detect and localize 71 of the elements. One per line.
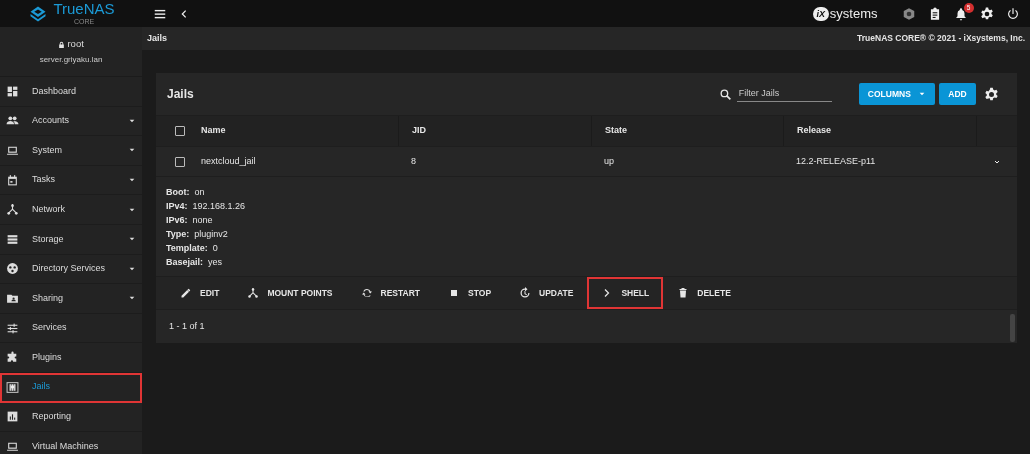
pagination-text: 1 - 1 of 1 — [169, 319, 205, 333]
laptop-icon — [6, 144, 19, 157]
bell-icon — [953, 6, 968, 21]
username: root — [67, 37, 84, 52]
action-button[interactable]: MOUNT POINTS — [233, 277, 347, 309]
sidebar-item[interactable]: Storage — [0, 224, 142, 255]
search-icon — [718, 87, 732, 101]
table-cell-text: 8 — [411, 154, 416, 168]
sidebar-item[interactable]: Accounts — [0, 106, 142, 137]
table-row[interactable]: nextcloud_jail 8 up 12.2-RELEASE-p11 — [156, 147, 1017, 177]
sidebar-item[interactable]: Dashboard — [0, 77, 142, 107]
calendar-icon — [6, 173, 19, 187]
column-header[interactable]: Name — [201, 116, 398, 146]
sliders-icon — [6, 321, 19, 335]
column-header[interactable]: State — [591, 116, 783, 146]
trash-icon — [677, 287, 690, 299]
refresh-icon — [360, 287, 373, 299]
row-checkbox[interactable] — [175, 156, 185, 167]
pencil-icon — [180, 287, 192, 299]
jail-icon — [6, 380, 19, 394]
vendor-logo-text: systems — [829, 7, 878, 20]
detail-line: Boot: on — [166, 187, 205, 197]
sidebar-item[interactable]: Sharing — [0, 284, 142, 314]
copyright-text: TrueNAS CORE® © 2021 - iXsystems, Inc. — [857, 32, 1025, 45]
action-button[interactable]: DELETE — [663, 277, 745, 309]
list-icon — [6, 232, 19, 246]
sidebar-item[interactable]: Reporting — [0, 402, 142, 433]
power-icon — [1005, 6, 1020, 21]
sidebar-item[interactable]: Virtual Machines — [0, 432, 142, 454]
settings-icon — [984, 86, 999, 102]
action-button[interactable]: STOP — [434, 277, 506, 309]
sidebar-item[interactable]: Tasks — [0, 165, 142, 196]
circle-dots-icon — [6, 262, 19, 276]
action-button[interactable]: UPDATE — [505, 277, 588, 309]
update-icon — [519, 287, 532, 299]
sidebar-item[interactable]: System — [0, 136, 142, 166]
bar-chart-icon — [6, 410, 19, 424]
settings-icon — [979, 6, 994, 21]
table-cell-text: 12.2-RELEASE-p11 — [796, 154, 876, 168]
table-cell-text: nextcloud_jail — [201, 154, 256, 168]
dashboard-icon — [6, 84, 19, 98]
page-title: Jails — [147, 31, 168, 45]
vendor-logo-mark: iX — [812, 6, 829, 21]
detail-line: IPv6: none — [166, 215, 213, 225]
detail-line: Type: pluginv2 — [166, 229, 228, 239]
network-icon — [247, 287, 260, 299]
detail-line: Template: 0 — [166, 243, 218, 253]
column-header[interactable]: JID — [398, 116, 591, 146]
card-title: Jails — [167, 86, 195, 103]
select-all-checkbox[interactable] — [175, 126, 185, 136]
filter-field[interactable]: Filter Jails — [736, 85, 832, 103]
puzzle-icon — [6, 351, 19, 365]
caret-down-icon — [917, 90, 926, 98]
detail-line: Basejail: yes — [166, 257, 223, 267]
detail-line: IPv4: 192.168.1.26 — [166, 201, 246, 211]
action-button[interactable]: RESTART — [346, 277, 435, 309]
table-cell-text: up — [604, 154, 614, 168]
column-header[interactable]: Release — [783, 116, 976, 146]
sidebar-item[interactable]: Plugins — [0, 343, 142, 373]
lock-icon — [58, 40, 66, 49]
network-icon — [6, 203, 19, 217]
sidebar-item[interactable]: Directory Services — [0, 254, 142, 285]
sidebar-item[interactable]: Jails — [0, 372, 142, 403]
action-button[interactable]: SHELL — [587, 277, 664, 309]
hostname: server.griyaku.lan — [39, 53, 103, 66]
scrollbar[interactable] — [1010, 314, 1015, 342]
sidebar-item[interactable]: Services — [0, 313, 142, 344]
logo-text: TrueNAS — [53, 0, 115, 18]
action-button[interactable]: EDIT — [166, 277, 234, 309]
hexagon-icon — [901, 6, 916, 21]
sidebar-item[interactable]: Network — [0, 195, 142, 225]
